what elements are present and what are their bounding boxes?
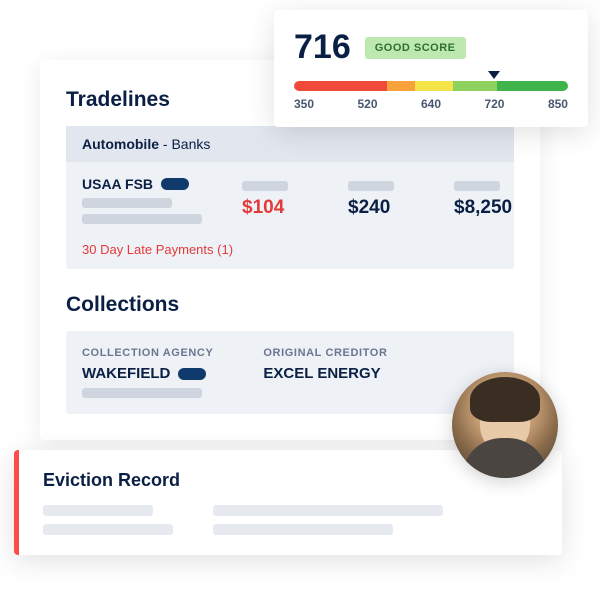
score-header: 716 GOOD SCORE — [294, 28, 568, 67]
placeholder-bar — [43, 524, 173, 535]
placeholder-bar — [348, 181, 394, 191]
score-bar — [294, 81, 568, 91]
tradeline-row: USAA FSB $104 $240 — [82, 176, 498, 224]
collections-title: Collections — [66, 293, 514, 317]
status-pill-icon — [178, 368, 206, 380]
collection-agency-value: WAKEFIELD — [82, 365, 170, 382]
score-value: 716 — [294, 28, 351, 67]
eviction-column — [213, 505, 443, 535]
score-segment-good — [453, 81, 497, 91]
score-badge: GOOD SCORE — [365, 37, 466, 59]
score-tick: 520 — [357, 97, 377, 111]
tradeline-amounts: $104 $240 $8,250 — [242, 181, 532, 219]
score-segment-excellent — [497, 81, 568, 91]
tradeline-creditor-line: USAA FSB — [82, 176, 202, 192]
late-payments-text: 30 Day Late Payments (1) — [66, 234, 514, 269]
collection-agency-line: WAKEFIELD — [82, 365, 213, 382]
eviction-body — [43, 505, 538, 535]
tradeline-body: USAA FSB $104 $240 — [66, 162, 514, 234]
amount-past-due: $104 — [242, 197, 284, 219]
score-tick: 720 — [484, 97, 504, 111]
placeholder-bar — [242, 181, 288, 191]
tradeline-item: Automobile - Banks USAA FSB $104 — [66, 126, 514, 269]
score-tick: 350 — [294, 97, 314, 111]
amount-balance: $8,250 — [454, 197, 512, 219]
avatar — [452, 372, 558, 478]
tradeline-creditor-column: USAA FSB — [82, 176, 202, 224]
collections-item: COLLECTION AGENCY WAKEFIELD ORIGINAL CRE… — [66, 331, 514, 414]
collection-agency-label: COLLECTION AGENCY — [82, 347, 213, 359]
tradeline-category: Automobile - Banks — [66, 126, 514, 162]
original-creditor-label: ORIGINAL CREDITOR — [263, 347, 387, 359]
collection-agency-block: COLLECTION AGENCY WAKEFIELD — [82, 347, 213, 398]
original-creditor-block: ORIGINAL CREDITOR EXCEL ENERGY — [263, 347, 387, 398]
placeholder-bar — [82, 388, 202, 398]
tradeline-category-bold: Automobile — [82, 136, 159, 152]
amount-column: $8,250 — [454, 181, 532, 219]
tradeline-category-rest: - Banks — [159, 136, 210, 152]
credit-score-card: 716 GOOD SCORE 350 520 640 720 850 — [274, 10, 588, 127]
score-bar-container — [294, 81, 568, 91]
placeholder-bar — [82, 214, 202, 224]
placeholder-bar — [213, 505, 443, 516]
amount-column: $240 — [348, 181, 426, 219]
score-segment-poor — [294, 81, 387, 91]
eviction-column — [43, 505, 173, 535]
score-ticks: 350 520 640 720 850 — [294, 97, 568, 111]
amount-column: $104 — [242, 181, 320, 219]
placeholder-bar — [82, 198, 172, 208]
score-marker-icon — [488, 71, 500, 79]
tradeline-creditor-name: USAA FSB — [82, 176, 153, 192]
score-segment-average — [415, 81, 453, 91]
score-segment-fair — [387, 81, 414, 91]
placeholder-bar — [43, 505, 153, 516]
amount-payment: $240 — [348, 197, 390, 219]
status-pill-icon — [161, 178, 189, 190]
original-creditor-value: EXCEL ENERGY — [263, 365, 387, 382]
score-tick: 640 — [421, 97, 441, 111]
score-tick: 850 — [548, 97, 568, 111]
placeholder-bar — [454, 181, 500, 191]
placeholder-bar — [213, 524, 393, 535]
